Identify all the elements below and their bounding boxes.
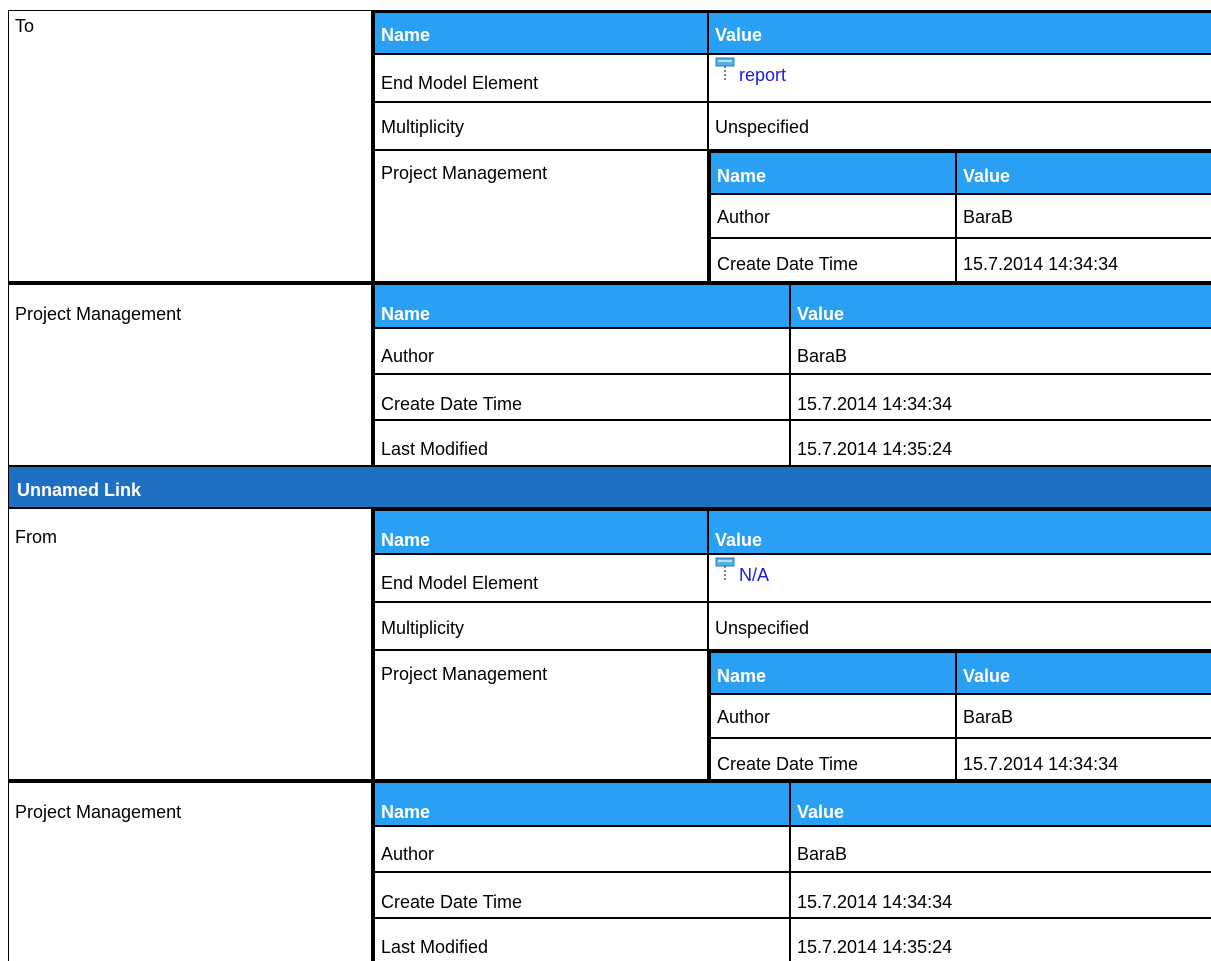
pm2-create-label: Create Date Time: [372, 872, 790, 918]
to-end-model-value: report: [708, 54, 1211, 102]
from-pm-header-name: Name: [708, 650, 956, 694]
from-header-name: Name: [372, 508, 708, 554]
section-title: Unnamed Link: [17, 480, 142, 500]
pm2-header-value: Value: [790, 780, 1211, 826]
pm1-create-value: 15.7.2014 14:34:34: [790, 374, 1211, 420]
pm1-header-name: Name: [372, 282, 790, 328]
from-header-value: Value: [708, 508, 1211, 554]
from-label: From: [15, 527, 57, 547]
to-header-name: Name: [372, 10, 708, 54]
to-pm-header-name: Name: [708, 150, 956, 194]
pm1-create-label: Create Date Time: [372, 374, 790, 420]
na-link[interactable]: N/A: [739, 565, 769, 585]
from-end-model-label: End Model Element: [372, 554, 708, 602]
from-label-cell: From: [8, 508, 372, 780]
from-pm-create-label: Create Date Time: [708, 738, 956, 780]
to-pm-create-label: Create Date Time: [708, 238, 956, 282]
pm2-author-label: Author: [372, 826, 790, 872]
pm1-label-cell: Project Management: [8, 282, 372, 466]
pm2-create-value: 15.7.2014 14:34:34: [790, 872, 1211, 918]
to-label: To: [15, 16, 35, 36]
pm2-header-name: Name: [372, 780, 790, 826]
from-multiplicity-label: Multiplicity: [372, 602, 708, 650]
from-pm-header-value: Value: [956, 650, 1211, 694]
pm1-header-value: Value: [790, 282, 1211, 328]
from-pm-create-value: 15.7.2014 14:34:34: [956, 738, 1211, 780]
to-pm-author-label: Author: [708, 194, 956, 238]
pm1-modified-label: Last Modified: [372, 420, 790, 466]
pm2-author-value: BaraB: [790, 826, 1211, 872]
pm2-modified-value: 15.7.2014 14:35:24: [790, 918, 1211, 961]
to-multiplicity-value: Unspecified: [708, 102, 1211, 150]
report-link[interactable]: report: [739, 65, 786, 85]
to-pm-header-value: Value: [956, 150, 1211, 194]
to-multiplicity-label: Multiplicity: [372, 102, 708, 150]
pm2-label-cell: Project Management: [8, 780, 372, 961]
from-pm-author-label: Author: [708, 694, 956, 738]
to-end-model-label: End Model Element: [372, 54, 708, 102]
pm1-modified-value: 15.7.2014 14:35:24: [790, 420, 1211, 466]
pm1-author-label: Author: [372, 328, 790, 374]
unnamed-link-section-header: Unnamed Link: [8, 466, 1211, 508]
class-pin-icon: [715, 556, 735, 598]
from-pm-label-cell: Project Management: [372, 650, 708, 780]
to-header-value: Value: [708, 10, 1211, 54]
class-pin-icon: [715, 56, 735, 98]
to-pm-author-value: BaraB: [956, 194, 1211, 238]
from-multiplicity-value: Unspecified: [708, 602, 1211, 650]
from-end-model-value: N/A: [708, 554, 1211, 602]
pm1-author-value: BaraB: [790, 328, 1211, 374]
to-label-cell: To: [8, 10, 372, 282]
from-pm-author-value: BaraB: [956, 694, 1211, 738]
pm2-modified-label: Last Modified: [372, 918, 790, 961]
to-pm-create-value: 15.7.2014 14:34:34: [956, 238, 1211, 282]
to-pm-label-cell: Project Management: [372, 150, 708, 282]
